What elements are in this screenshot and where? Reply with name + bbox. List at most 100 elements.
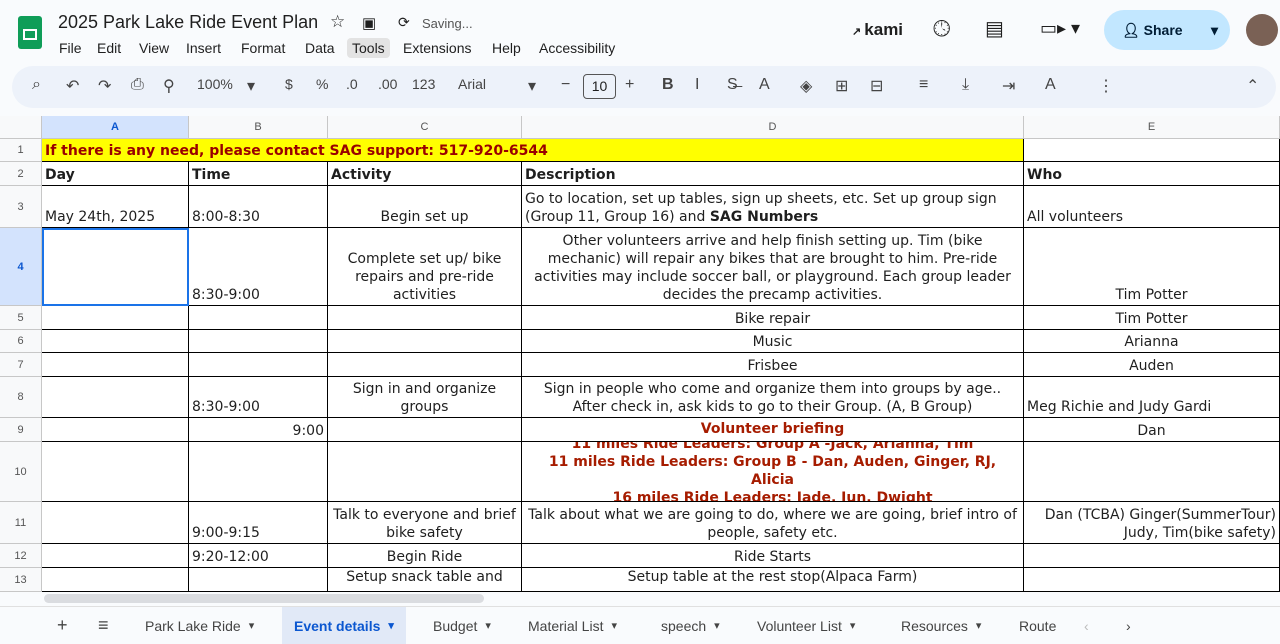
cell-D11[interactable]: Talk about what we are going to do, wher… [522, 502, 1024, 544]
header-cell-who[interactable]: Who [1024, 162, 1280, 186]
cell-B4[interactable]: 8:30-9:00 [189, 228, 328, 306]
cell-A12[interactable] [42, 544, 189, 568]
row-header[interactable]: 10 [0, 442, 42, 502]
share-button[interactable]: 👤︎ Share ▾ [1104, 10, 1230, 50]
star-icon[interactable]: ☆ [330, 12, 345, 32]
tab-dropdown-icon[interactable]: ▾ [388, 619, 394, 632]
tab-dropdown-icon[interactable]: ▾ [611, 619, 617, 632]
avatar[interactable] [1246, 14, 1278, 46]
cell-E11[interactable]: Dan (TCBA) Ginger(SummerTour) Judy, Tim(… [1024, 502, 1280, 544]
cell-C7[interactable] [328, 353, 522, 377]
row-header[interactable]: 9 [0, 418, 42, 442]
cell-B10[interactable] [189, 442, 328, 502]
add-sheet-button[interactable]: + [45, 607, 80, 644]
cell-A11[interactable] [42, 502, 189, 544]
more-icon[interactable]: ⋮ [1098, 76, 1114, 96]
menu-file[interactable]: File [54, 38, 87, 58]
header-cell-activity[interactable]: Activity [328, 162, 522, 186]
cell-E13[interactable] [1024, 568, 1280, 592]
merge-icon[interactable]: ⊟ [870, 76, 883, 96]
tab-dropdown-icon[interactable]: ▾ [485, 619, 491, 632]
text-rotate-icon[interactable]: A [1045, 76, 1056, 94]
cell-A6[interactable] [42, 330, 189, 353]
cell-A5[interactable] [42, 306, 189, 330]
tab-dropdown-icon[interactable]: ▾ [976, 619, 982, 632]
cell-C9[interactable] [328, 418, 522, 442]
row-header[interactable]: 4 [0, 228, 42, 306]
column-header-A[interactable]: A [42, 116, 189, 139]
percent-button[interactable]: % [316, 76, 328, 92]
tab-dropdown-icon[interactable]: ▾ [850, 619, 856, 632]
cell-D4[interactable]: Other volunteers arrive and help finish … [522, 228, 1024, 306]
row-header[interactable]: 3 [0, 186, 42, 228]
all-sheets-button[interactable]: ≡ [86, 607, 121, 644]
menu-insert[interactable]: Insert [181, 38, 226, 58]
header-cell-day[interactable]: Day [42, 162, 189, 186]
cell-C3[interactable]: Begin set up [328, 186, 522, 228]
cell-D7[interactable]: Frisbee [522, 353, 1024, 377]
decrease-decimal-button[interactable]: .0 [346, 76, 358, 92]
banner-cell[interactable]: If there is any need, please contact SAG… [42, 139, 1024, 162]
cell-D13[interactable]: Setup table at the rest stop(Alpaca Farm… [522, 568, 1024, 592]
tab-volunteer-list[interactable]: Volunteer List ▾ [745, 607, 867, 644]
tab-event-details[interactable]: Event details ▾ [282, 607, 406, 644]
cell-A13[interactable] [42, 568, 189, 592]
zoom-select[interactable]: 100% [197, 76, 233, 92]
cell-A3[interactable]: May 24th, 2025 [42, 186, 189, 228]
column-header-E[interactable]: E [1024, 116, 1280, 139]
cell-B8[interactable]: 8:30-9:00 [189, 377, 328, 418]
cell-C4[interactable]: Complete set up/ bike repairs and pre-ri… [328, 228, 522, 306]
header-cell-time[interactable]: Time [189, 162, 328, 186]
cell-D8[interactable]: Sign in people who come and organize the… [522, 377, 1024, 418]
row-header[interactable]: 1 [0, 139, 42, 162]
menu-accessibility[interactable]: Accessibility [534, 38, 620, 58]
font-dropdown-icon[interactable]: ▾ [528, 76, 536, 96]
cell-D5[interactable]: Bike repair [522, 306, 1024, 330]
cell-E6[interactable]: Arianna [1024, 330, 1280, 353]
kami-extension[interactable]: ↗ kami [852, 20, 903, 40]
menu-edit[interactable]: Edit [92, 38, 126, 58]
menu-data[interactable]: Data [300, 38, 340, 58]
row-header[interactable]: 6 [0, 330, 42, 353]
cell-E3[interactable]: All volunteers [1024, 186, 1280, 228]
header-cell-description[interactable]: Description [522, 162, 1024, 186]
cell-B3[interactable]: 8:00-8:30 [189, 186, 328, 228]
cell-B12[interactable]: 9:20-12:00 [189, 544, 328, 568]
tab-park-lake-ride[interactable]: Park Lake Ride ▾ [133, 607, 266, 644]
empty-cell[interactable] [1024, 139, 1280, 162]
fill-color-icon[interactable]: ◈ [800, 76, 812, 96]
cell-C8[interactable]: Sign in and organize groups [328, 377, 522, 418]
cell-C13[interactable]: Setup snack table and [328, 568, 522, 592]
document-title[interactable]: 2025 Park Lake Ride Event Plan [58, 12, 318, 33]
cell-C10[interactable] [328, 442, 522, 502]
row-header[interactable]: 11 [0, 502, 42, 544]
search-icon[interactable]: ⌕ [32, 76, 41, 94]
sheets-logo-icon[interactable] [18, 16, 42, 49]
cell-B9[interactable]: 9:00 [189, 418, 328, 442]
cell-D3[interactable]: Go to location, set up tables, sign up s… [522, 186, 1024, 228]
align-icon[interactable]: ≡ [919, 76, 928, 94]
collapse-icon[interactable]: ⌃ [1246, 76, 1259, 96]
cell-E5[interactable]: Tim Potter [1024, 306, 1280, 330]
cell-A10[interactable] [42, 442, 189, 502]
font-size-increase-icon[interactable]: + [625, 76, 634, 94]
row-header[interactable]: 12 [0, 544, 42, 568]
increase-decimal-button[interactable]: .00 [378, 76, 397, 92]
zoom-dropdown-icon[interactable]: ▾ [247, 76, 255, 96]
share-dropdown-icon[interactable]: ▾ [1211, 22, 1218, 39]
tab-dropdown-icon[interactable]: ▾ [249, 619, 255, 632]
tab-route[interactable]: Route [1007, 607, 1068, 644]
currency-button[interactable]: $ [285, 76, 293, 92]
comment-icon[interactable]: ▤ [985, 16, 1004, 41]
menu-view[interactable]: View [134, 38, 174, 58]
column-header-B[interactable]: B [189, 116, 328, 139]
cell-E12[interactable] [1024, 544, 1280, 568]
cell-C12[interactable]: Begin Ride [328, 544, 522, 568]
cell-E8[interactable]: Meg Richie and Judy Gardi [1024, 377, 1280, 418]
cell-B6[interactable] [189, 330, 328, 353]
font-size-decrease-icon[interactable]: − [561, 76, 570, 94]
valign-icon[interactable]: ⤓ [962, 76, 969, 94]
cell-D12[interactable]: Ride Starts [522, 544, 1024, 568]
cell-B5[interactable] [189, 306, 328, 330]
more-formats-button[interactable]: 123 [412, 76, 435, 92]
